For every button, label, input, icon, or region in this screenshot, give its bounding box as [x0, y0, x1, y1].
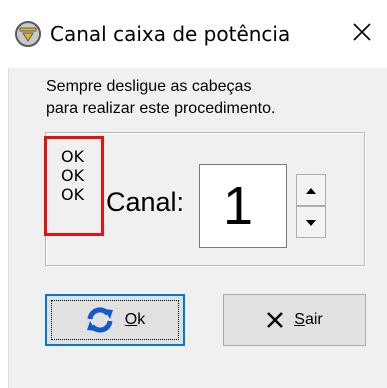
instruction-line: para realizar este procedimento. — [46, 100, 276, 117]
close-button[interactable] — [340, 16, 384, 52]
arrow-down-icon — [306, 213, 316, 231]
title-bar[interactable]: Canal caixa de potência — [0, 0, 387, 68]
dialog-window: Canal caixa de potência Sempre desligue … — [0, 0, 387, 388]
arrow-up-icon — [306, 181, 316, 199]
channel-label: Canal: — [106, 187, 185, 217]
channel-increment-button[interactable] — [296, 174, 326, 206]
app-icon — [14, 20, 42, 48]
status-line: OK — [61, 166, 85, 185]
ok-button[interactable]: Ok — [45, 294, 185, 346]
window-border — [0, 68, 9, 388]
exit-button[interactable]: Sair — [223, 294, 366, 346]
exit-button-label: Sair — [294, 311, 323, 328]
focus-rectangle — [51, 300, 179, 340]
close-icon — [353, 22, 371, 46]
instruction-line: Sempre desligue as cabeças — [46, 78, 252, 95]
dialog-body: Sempre desligue as cabeças para realizar… — [9, 68, 387, 388]
status-line: OK — [61, 147, 85, 166]
channel-decrement-button[interactable] — [296, 206, 326, 238]
channel-value: 1 — [222, 176, 254, 236]
status-line: OK — [61, 185, 85, 204]
x-icon — [266, 311, 284, 329]
instruction-text: Sempre desligue as cabeças para realizar… — [46, 76, 275, 120]
channel-input[interactable]: 1 — [199, 164, 287, 248]
window-title: Canal caixa de potência — [50, 22, 291, 46]
